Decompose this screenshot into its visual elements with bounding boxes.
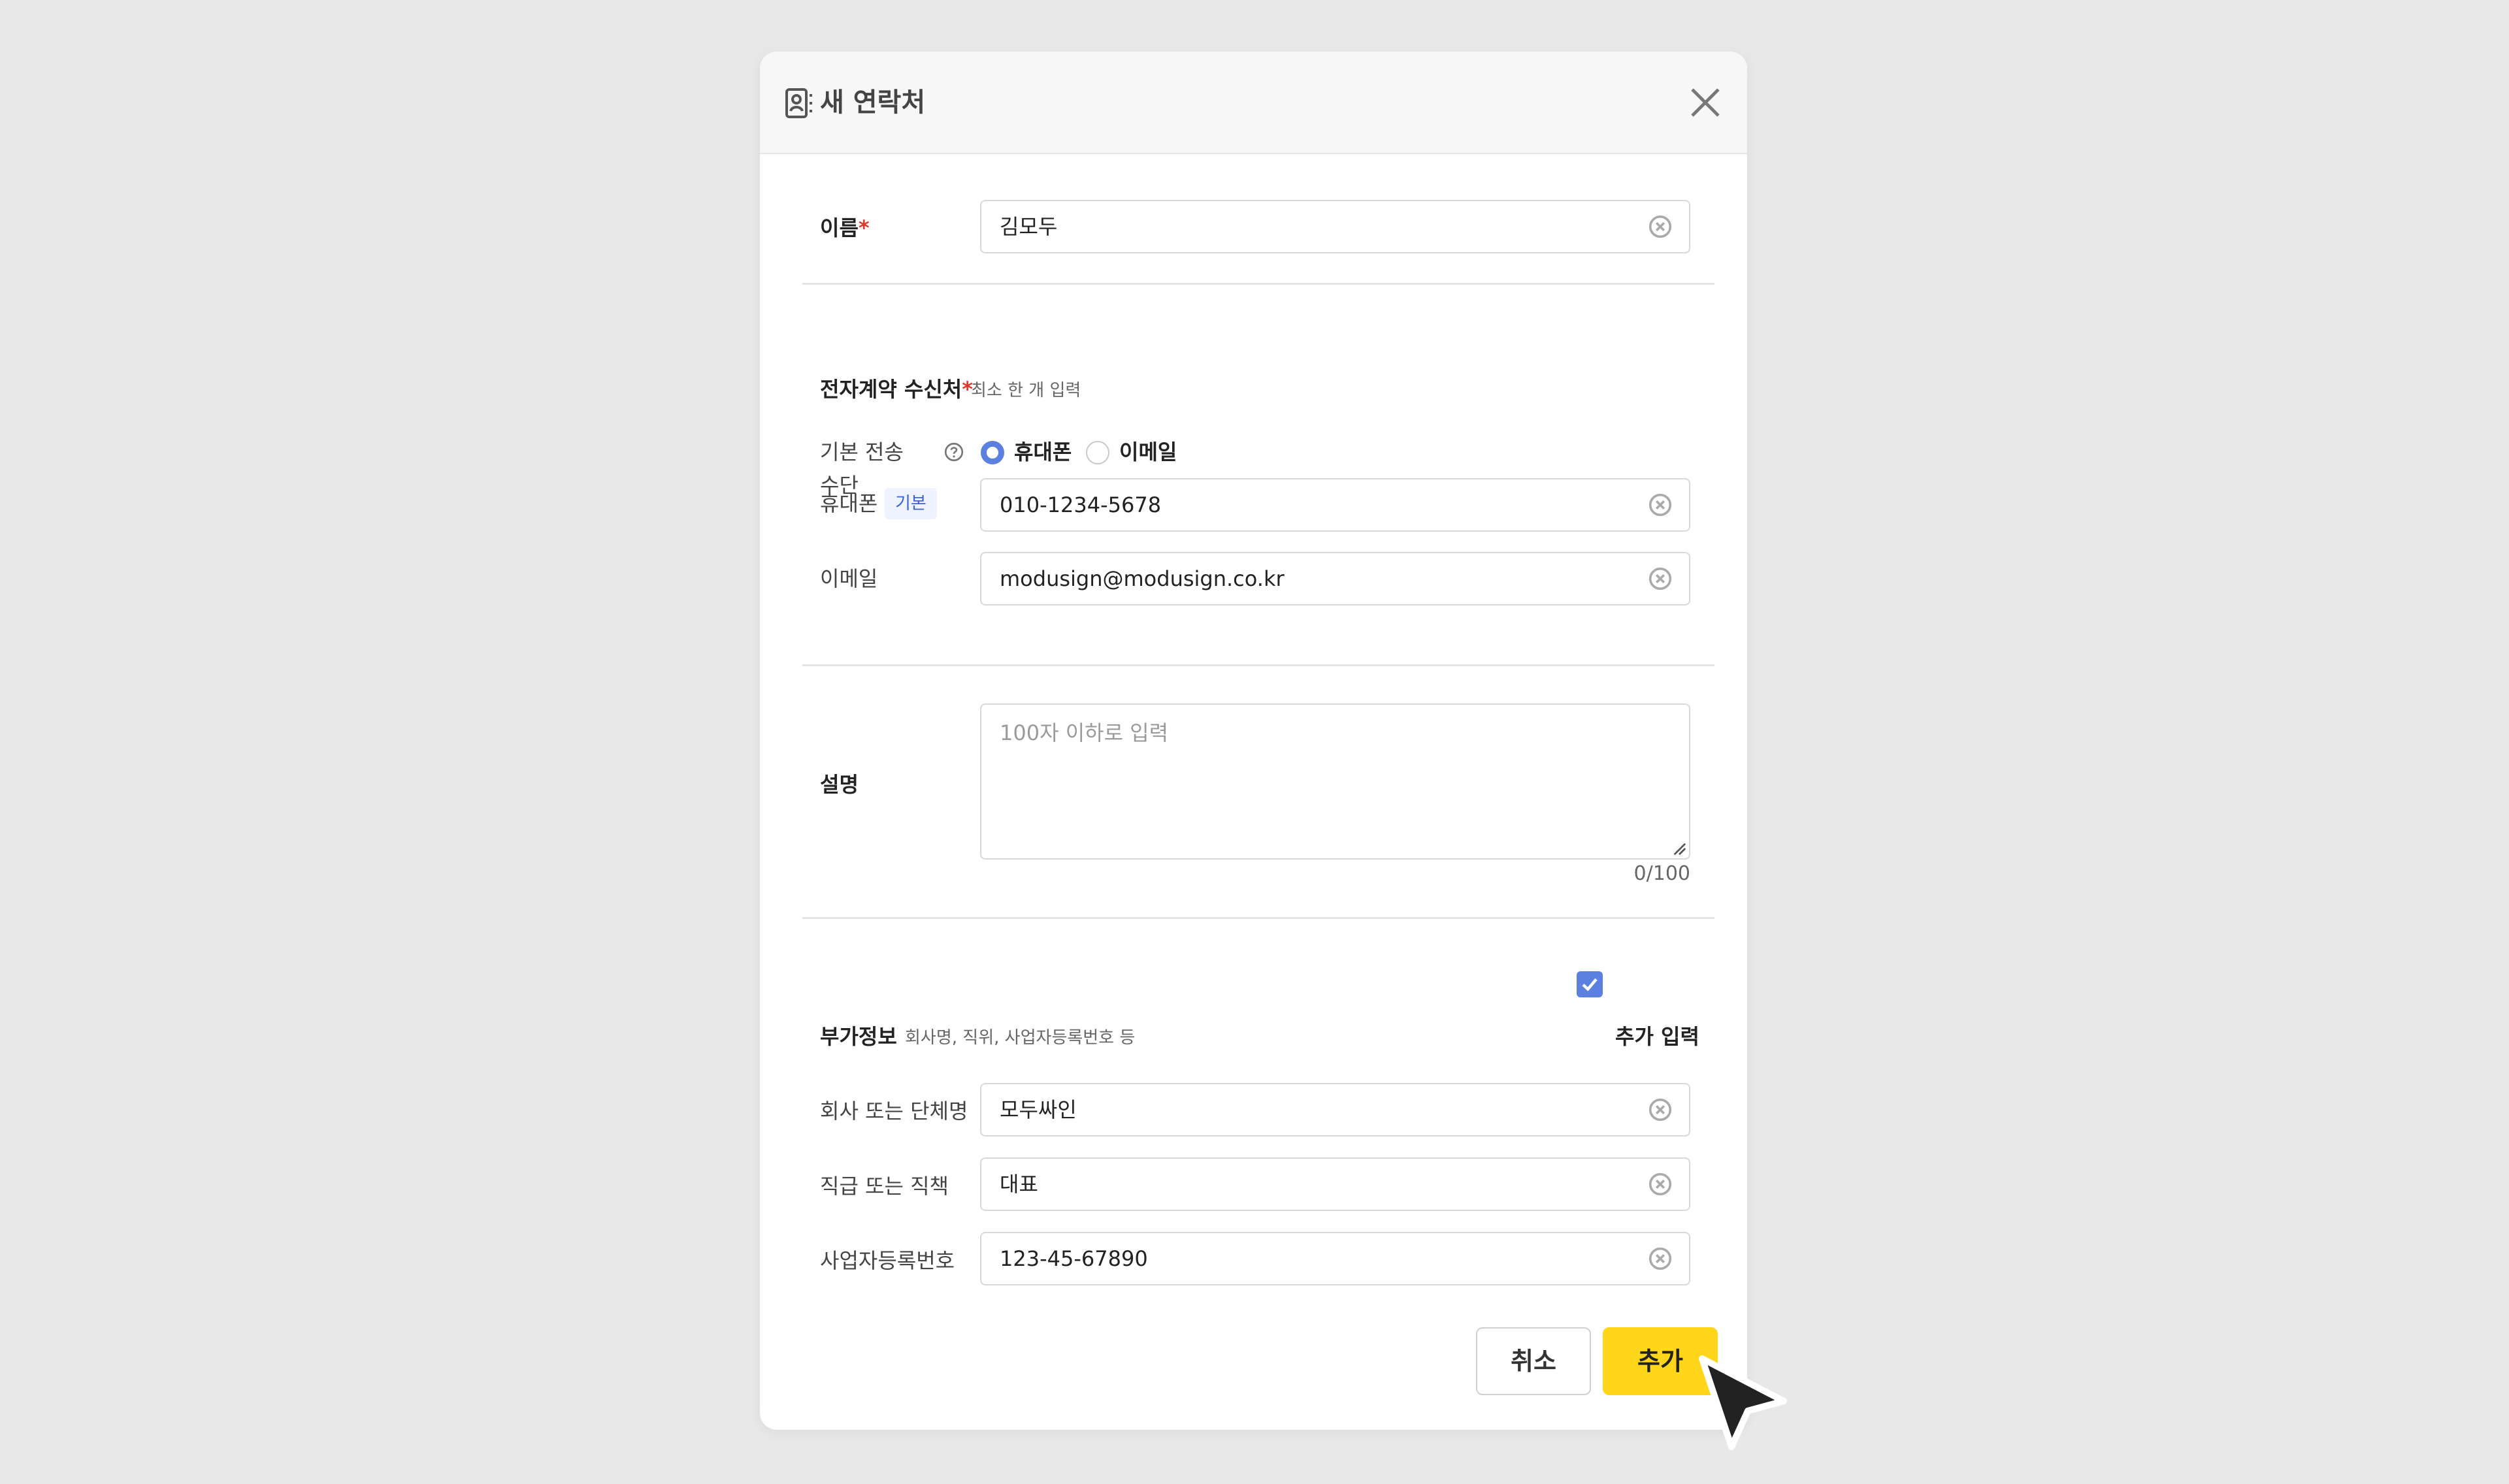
divider (802, 283, 1714, 285)
default-badge: 기본 (885, 488, 937, 519)
bizno-input[interactable]: 123-45-67890 (980, 1232, 1690, 1285)
clear-icon[interactable] (1648, 493, 1672, 517)
email-input[interactable]: modusign@modusign.co.kr (980, 552, 1690, 605)
required-mark: * (858, 216, 870, 240)
company-label: 회사 또는 단체명 (820, 1099, 968, 1123)
resize-handle-icon[interactable] (1672, 841, 1686, 856)
clear-icon[interactable] (1648, 567, 1672, 590)
name-input[interactable]: 김모두 (980, 200, 1690, 253)
close-icon[interactable] (1687, 84, 1724, 121)
phone-input[interactable]: 010-1234-5678 (980, 478, 1690, 532)
position-label: 직급 또는 직책 (820, 1174, 949, 1199)
description-textarea[interactable]: 100자 이하로 입력 (980, 703, 1690, 860)
recipient-hint: 최소 한 개 입력 (971, 381, 1081, 400)
divider (802, 917, 1714, 919)
name-input-value: 김모두 (1000, 214, 1058, 239)
check-icon (1582, 978, 1598, 992)
radio-phone-label: 휴대폰 (1014, 440, 1072, 464)
recipient-section-label: 전자계약 수신처* (820, 374, 973, 405)
name-label: 이름* (820, 212, 870, 244)
position-input[interactable]: 대표 (980, 1157, 1690, 1211)
default-method-label-line1: 기본 전송 (820, 440, 904, 464)
bizno-label: 사업자등록번호 (820, 1248, 955, 1273)
contact-book-icon (785, 88, 812, 118)
clear-icon[interactable] (1648, 1172, 1672, 1196)
extra-input-checkbox-label: 추가 입력 (1615, 1024, 1699, 1049)
description-label: 설명 (820, 772, 859, 797)
radio-email-label: 이메일 (1119, 440, 1177, 464)
clear-icon[interactable] (1648, 1247, 1672, 1270)
clear-icon[interactable] (1648, 1098, 1672, 1121)
clear-icon[interactable] (1648, 215, 1672, 238)
divider (802, 664, 1714, 666)
company-input-value: 모두싸인 (1000, 1097, 1077, 1122)
email-label: 이메일 (820, 566, 878, 591)
extra-input-checkbox[interactable] (1577, 971, 1603, 997)
radio-phone[interactable] (981, 441, 1004, 464)
position-input-value: 대표 (1000, 1172, 1038, 1197)
new-contact-dialog: 새 연락처 이름* 김모두 전자계약 수신처* 최소 한 개 입력 기본 전송 … (760, 52, 1747, 1430)
recipient-section-label-text: 전자계약 수신처 (820, 377, 962, 402)
company-input[interactable]: 모두싸인 (980, 1083, 1690, 1137)
dialog-header: 새 연락처 (760, 52, 1747, 154)
email-input-value: modusign@modusign.co.kr (1000, 566, 1285, 591)
radio-email[interactable] (1086, 441, 1109, 464)
phone-input-value: 010-1234-5678 (1000, 492, 1162, 517)
phone-label: 휴대폰 (820, 491, 878, 516)
bizno-input-value: 123-45-67890 (1000, 1246, 1148, 1271)
extra-hint: 회사명, 직위, 사업자등록번호 등 (905, 1028, 1136, 1048)
add-button[interactable]: 추가 (1603, 1327, 1718, 1395)
dialog-title: 새 연락처 (820, 88, 926, 118)
name-label-text: 이름 (820, 216, 859, 240)
cancel-button[interactable]: 취소 (1476, 1327, 1591, 1395)
description-placeholder: 100자 이하로 입력 (1000, 720, 1169, 745)
help-icon[interactable] (944, 442, 964, 462)
char-counter: 0/100 (1633, 862, 1690, 885)
extra-section-label: 부가정보 (820, 1024, 897, 1049)
